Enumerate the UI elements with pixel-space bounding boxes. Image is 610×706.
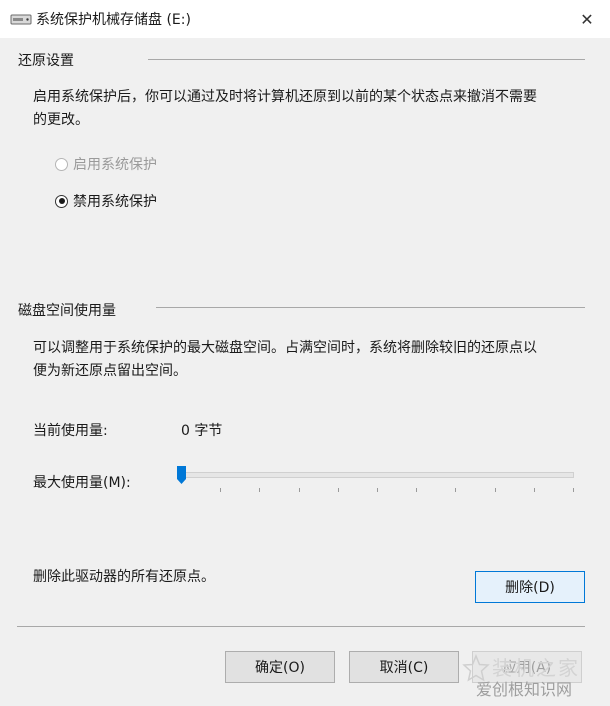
ok-button[interactable]: 确定(O) (225, 651, 335, 683)
disk-description-line1: 可以调整用于系统保护的最大磁盘空间。占满空间时，系统将删除较旧的还原点以 (33, 340, 537, 356)
slider-tick (337, 488, 339, 492)
slider-tick (220, 488, 222, 492)
delete-button[interactable]: 删除(D) (475, 571, 585, 603)
max-usage-label: 最大使用量(M): (33, 475, 131, 491)
drive-icon (10, 14, 32, 25)
title-bar: 系统保护机械存储盘 (E:) ✕ (0, 0, 610, 38)
footer-divider (17, 626, 585, 627)
disk-usage-group-label: 磁盘空间使用量 (18, 303, 116, 319)
slider-tick (455, 488, 457, 492)
delete-restore-points-label: 删除此驱动器的所有还原点。 (33, 569, 215, 585)
current-usage-label: 当前使用量: (33, 423, 108, 439)
window-title: 系统保护机械存储盘 (E:) (36, 12, 191, 28)
disk-description-line2: 便为新还原点留出空间。 (33, 363, 187, 379)
watermark: 装机之家 爱创根知识网 (462, 650, 602, 702)
slider-tick (494, 488, 496, 492)
radio-checked-icon (55, 194, 68, 208)
slider-tick (298, 488, 300, 492)
enable-protection-radio[interactable]: 启用系统保护 (55, 154, 157, 174)
max-usage-slider-track[interactable] (180, 472, 574, 478)
slider-tick (377, 488, 378, 492)
close-button[interactable]: ✕ (564, 0, 610, 38)
current-usage-value: 0 字节 (181, 423, 223, 439)
slider-tick (573, 488, 574, 492)
restore-group-divider (148, 59, 585, 60)
radio-unchecked-icon (55, 157, 68, 171)
disk-group-divider (156, 307, 585, 308)
slider-tick (533, 488, 535, 492)
restore-description-line2: 的更改。 (33, 112, 89, 128)
close-icon: ✕ (580, 9, 594, 29)
slider-tick (416, 488, 418, 492)
disable-protection-label: 禁用系统保护 (73, 194, 157, 210)
restore-settings-group-label: 还原设置 (18, 53, 74, 69)
slider-tick (259, 488, 261, 492)
restore-description-line1: 启用系统保护后，你可以通过及时将计算机还原到以前的某个状态点来撤消不需要 (33, 89, 537, 105)
enable-protection-label: 启用系统保护 (73, 157, 157, 173)
max-usage-slider-thumb[interactable] (176, 465, 187, 485)
cancel-button[interactable]: 取消(C) (349, 651, 459, 683)
watermark-bottom-text: 爱创根知识网 (476, 680, 573, 699)
disable-protection-radio[interactable]: 禁用系统保护 (55, 191, 157, 211)
